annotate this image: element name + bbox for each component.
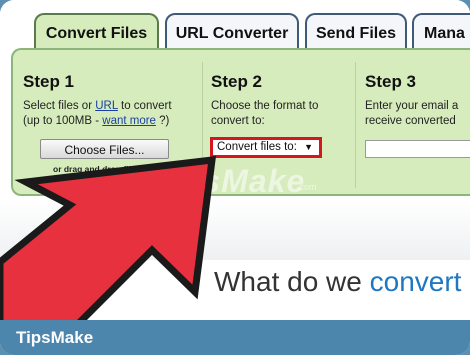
footer-logo: TipsMake <box>16 328 94 347</box>
footer-bar: TipsMake <box>0 320 470 355</box>
screenshot-frame: Convert Files URL Converter Send Files M… <box>0 0 470 355</box>
red-pointer-arrow-icon <box>0 155 217 344</box>
